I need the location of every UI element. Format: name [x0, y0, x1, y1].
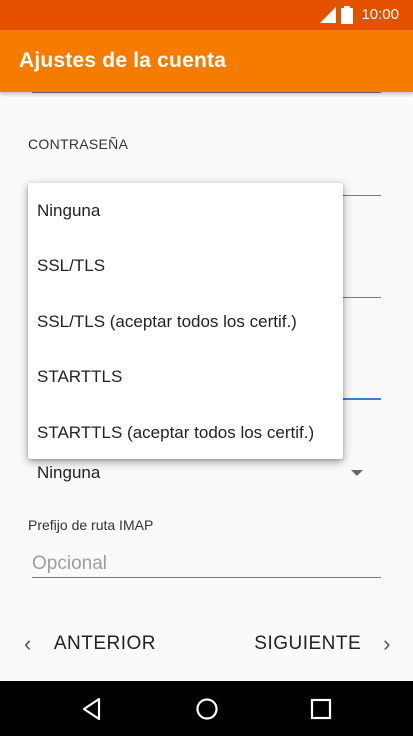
dropdown-option-none[interactable]: Ninguna — [28, 183, 343, 239]
imap-path-underline — [32, 577, 381, 578]
chevron-right-icon: › — [383, 631, 391, 656]
dropdown-option-ssl-tls[interactable]: SSL/TLS — [28, 239, 343, 295]
next-button[interactable]: SIGUIENTE › — [254, 631, 391, 657]
password-label: CONTRASEÑA — [28, 136, 129, 152]
battery-icon — [341, 6, 353, 24]
back-triangle-icon[interactable] — [79, 696, 105, 722]
imap-path-input[interactable] — [32, 549, 381, 579]
recents-square-icon[interactable] — [308, 696, 334, 722]
status-bar: 10:00 — [0, 0, 413, 30]
page-title: Ajustes de la cuenta — [19, 49, 227, 72]
system-nav-bar — [0, 681, 413, 736]
security-type-dropdown: Ninguna SSL/TLS SSL/TLS (aceptar todos l… — [28, 183, 343, 459]
previous-button[interactable]: ‹ ANTERIOR — [24, 631, 156, 657]
username-field-underline[interactable] — [32, 92, 381, 93]
dropdown-option-starttls-accept-all[interactable]: STARTTLS (aceptar todos los certif.) — [28, 405, 343, 461]
status-time: 10:00 — [361, 6, 399, 23]
dropdown-arrow-icon[interactable] — [351, 470, 363, 476]
home-circle-icon[interactable] — [194, 696, 220, 722]
imap-path-label: Prefijo de ruta IMAP — [28, 517, 154, 533]
security-type-select[interactable]: Ninguna — [37, 463, 100, 483]
dropdown-option-ssl-tls-accept-all[interactable]: SSL/TLS (aceptar todos los certif.) — [28, 294, 343, 350]
previous-button-label: ANTERIOR — [53, 633, 157, 654]
dropdown-option-starttls[interactable]: STARTTLS — [28, 350, 343, 406]
next-button-label: SIGUIENTE — [254, 633, 362, 654]
chevron-left-icon: ‹ — [24, 631, 32, 656]
signal-icon — [320, 7, 336, 23]
app-bar: Ajustes de la cuenta — [0, 30, 413, 92]
wizard-footer: ‹ ANTERIOR SIGUIENTE › — [0, 608, 413, 681]
